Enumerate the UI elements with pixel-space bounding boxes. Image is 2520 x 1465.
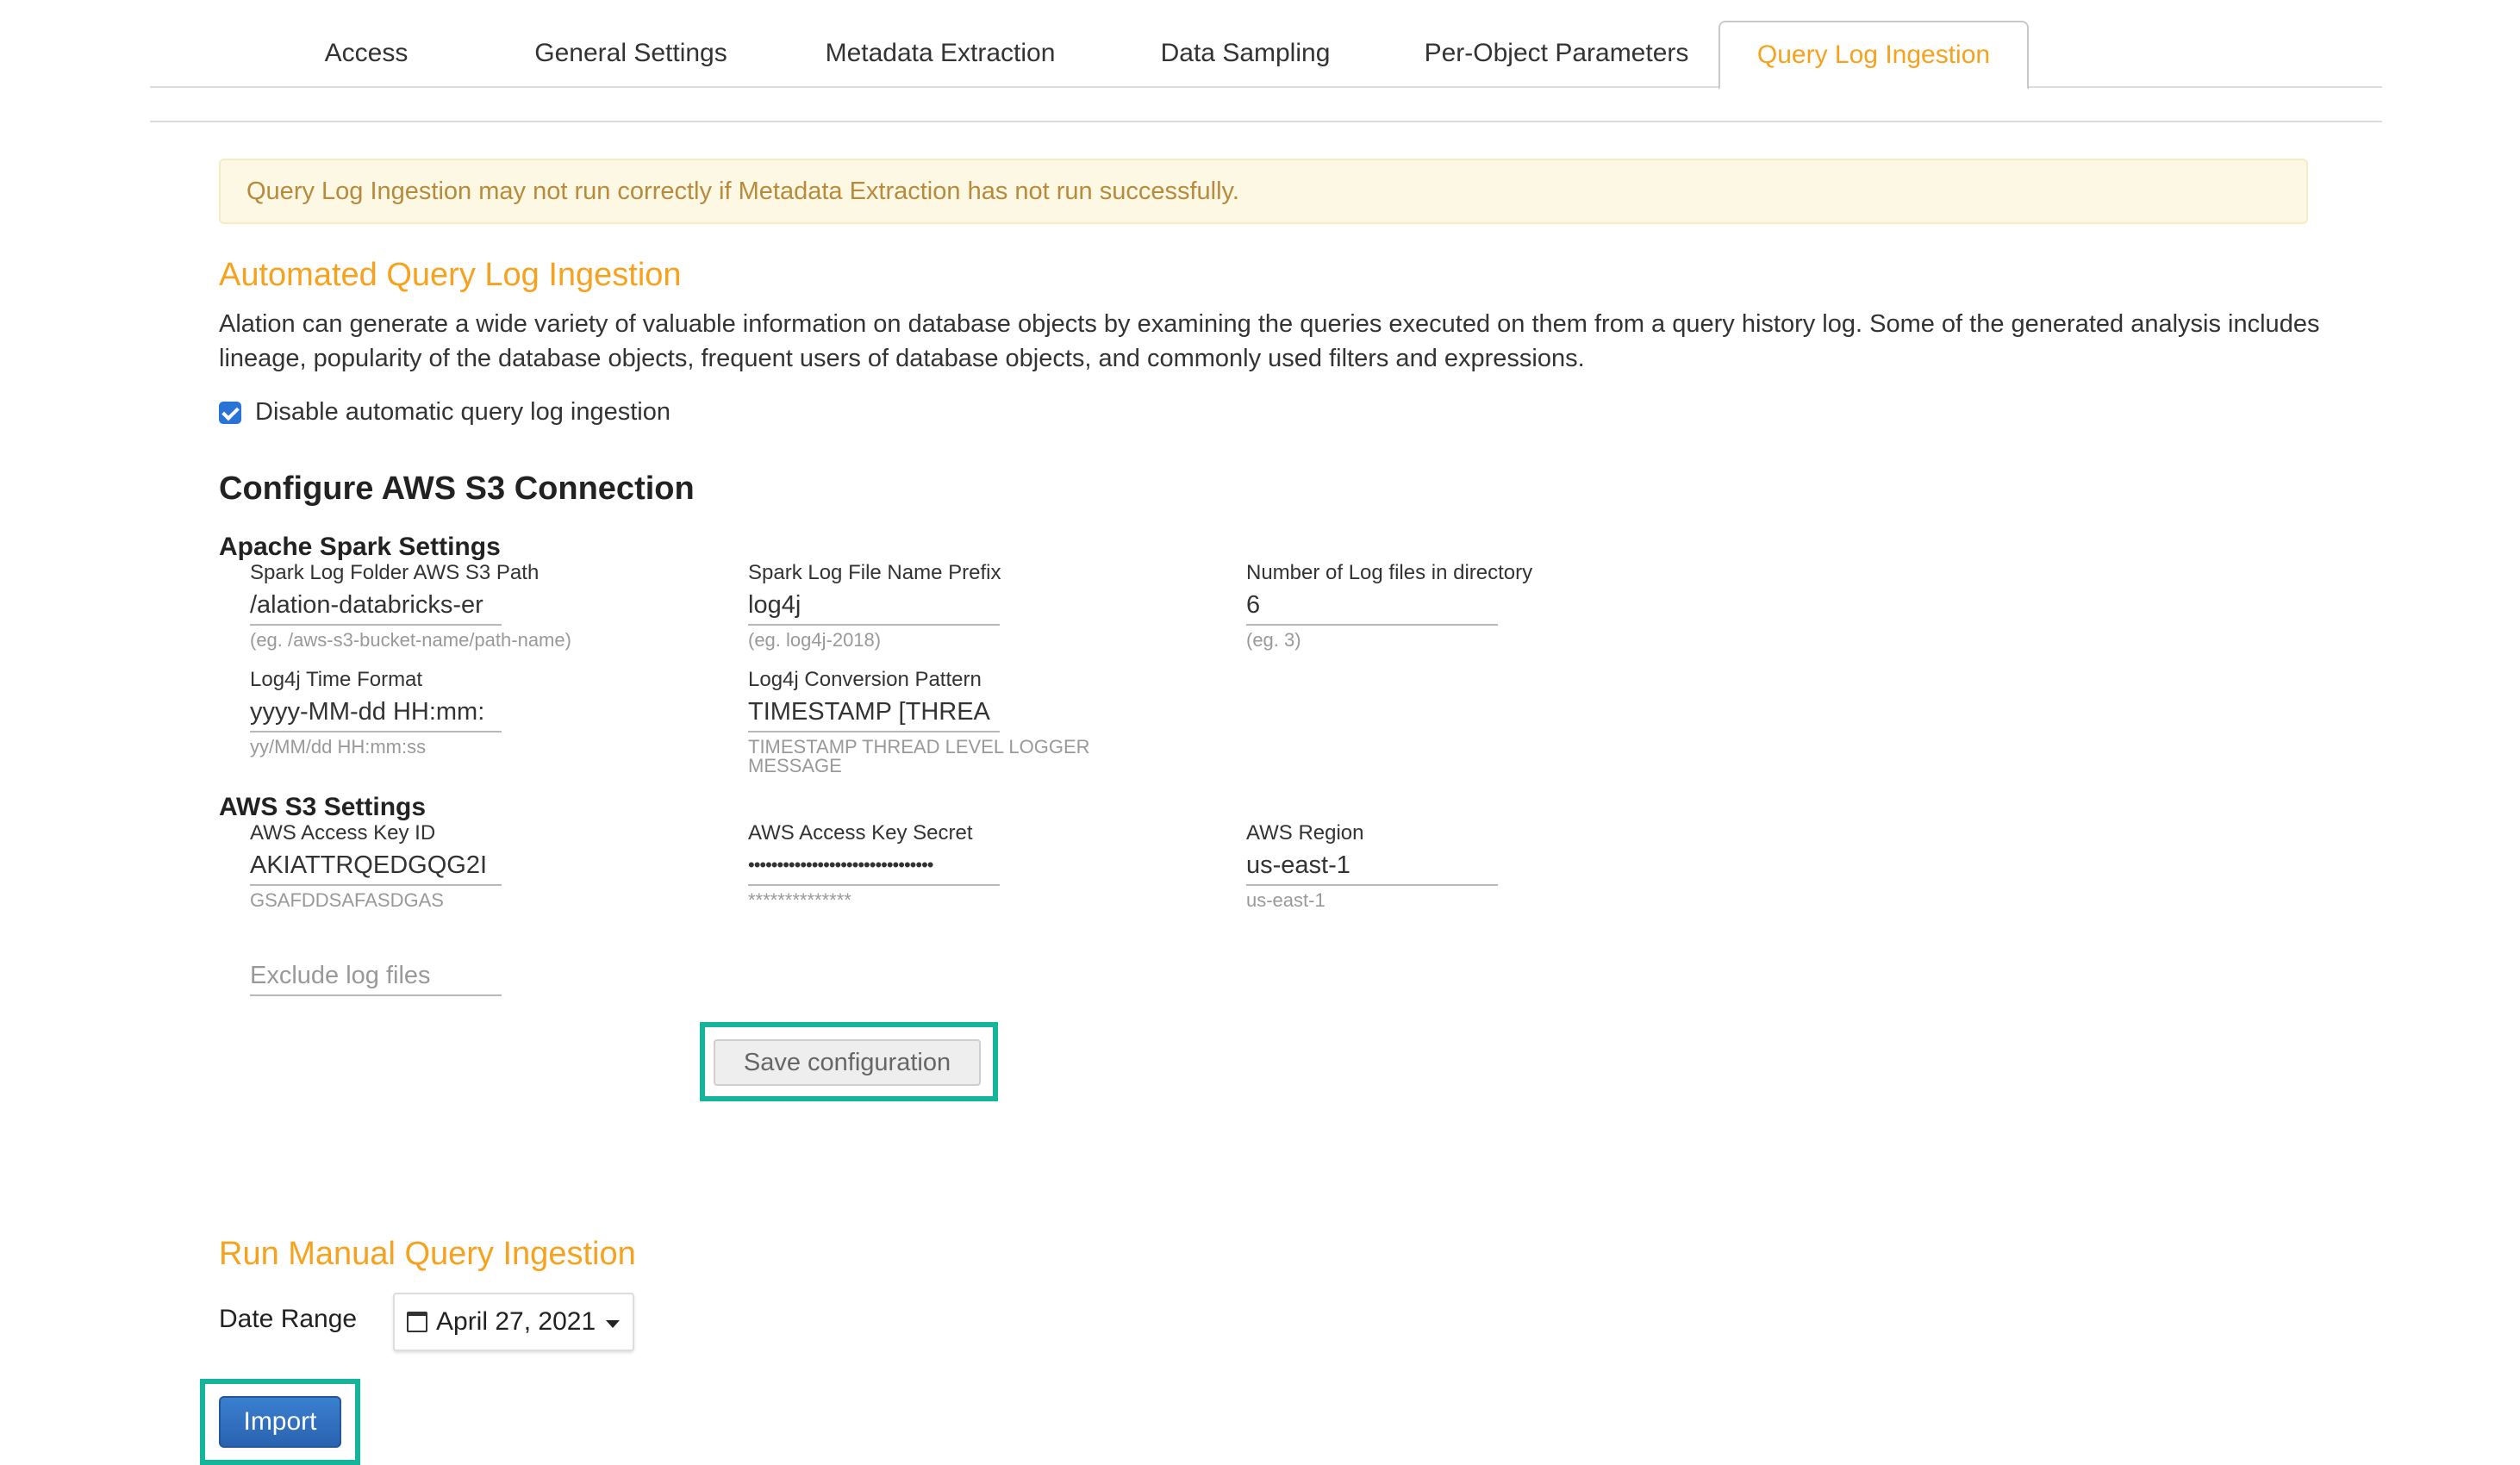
spark-log-prefix-input[interactable]: log4j — [748, 586, 1000, 626]
chevron-down-icon — [606, 1319, 621, 1328]
disable-auto-ingestion-row[interactable]: Disable automatic query log ingestion — [219, 398, 671, 427]
tab-data-sampling[interactable]: Data Sampling — [1120, 21, 1370, 86]
log4j-time-format-field[interactable]: Log4j Time Format yyyy-MM-dd HH:mm: yy/M… — [250, 667, 502, 757]
field-hint: (eg. log4j-2018) — [748, 629, 882, 651]
warning-alert: Query Log Ingestion may not run correctl… — [219, 159, 2308, 224]
exclude-log-files-input[interactable]: Exclude log files — [250, 957, 502, 996]
date-range-picker[interactable]: April 27, 2021 — [393, 1293, 634, 1351]
aws-access-key-id-field[interactable]: AWS Access Key ID AKIATTRQEDGQG2I GSAFDD… — [250, 820, 502, 910]
log4j-conversion-pattern-input[interactable]: TIMESTAMP [THREA — [748, 693, 1000, 732]
log4j-time-format-input[interactable]: yyyy-MM-dd HH:mm: — [250, 693, 502, 732]
disable-auto-ingestion-checkbox[interactable] — [219, 401, 241, 424]
field-hint: yy/MM/dd HH:mm:ss — [250, 736, 427, 757]
field-label: AWS Region — [1246, 821, 1364, 845]
spark-log-folder-field[interactable]: Spark Log Folder AWS S3 Path /alation-da… — [250, 560, 571, 650]
import-button[interactable]: Import — [219, 1396, 341, 1448]
field-label: Number of Log files in directory — [1246, 561, 1533, 584]
date-range-value: April 27, 2021 — [436, 1307, 596, 1336]
configure-s3-title: Configure AWS S3 Connection — [219, 471, 695, 507]
tab-general-settings[interactable]: General Settings — [502, 21, 760, 86]
field-label: Spark Log File Name Prefix — [748, 561, 1001, 584]
aws-region-input[interactable]: us-east-1 — [1246, 846, 1498, 886]
field-label: AWS Access Key Secret — [748, 821, 973, 845]
aws-access-key-secret-field[interactable]: AWS Access Key Secret ••••••••••••••••••… — [748, 820, 1000, 910]
disable-auto-ingestion-label: Disable automatic query log ingestion — [255, 398, 671, 426]
tab-metadata-extraction[interactable]: Metadata Extraction — [798, 21, 1082, 86]
divider — [150, 121, 2382, 122]
field-label: AWS Access Key ID — [250, 821, 436, 845]
spark-log-folder-input[interactable]: /alation-databricks-er — [250, 586, 502, 626]
save-configuration-button[interactable]: Save configuration — [714, 1039, 981, 1086]
field-label: Log4j Conversion Pattern — [748, 668, 982, 691]
field-hint: ************** — [748, 889, 851, 911]
aws-access-key-id-input[interactable]: AKIATTRQEDGQG2I — [250, 846, 502, 886]
field-label: Spark Log Folder AWS S3 Path — [250, 561, 540, 584]
spark-log-prefix-field[interactable]: Spark Log File Name Prefix log4j (eg. lo… — [748, 560, 1001, 650]
import-highlight: Import — [200, 1379, 360, 1465]
log-files-count-input[interactable]: 6 — [1246, 586, 1498, 626]
field-hint: (eg. /aws-s3-bucket-name/path-name) — [250, 629, 571, 651]
date-range-label: Date Range — [219, 1305, 358, 1333]
aws-region-field[interactable]: AWS Region us-east-1 us-east-1 — [1246, 820, 1498, 910]
manual-ingestion-title: Run Manual Query Ingestion — [219, 1236, 636, 1272]
field-hint: us-east-1 — [1246, 889, 1325, 911]
calendar-icon — [407, 1312, 427, 1332]
log-files-count-field[interactable]: Number of Log files in directory 6 (eg. … — [1246, 560, 1533, 650]
s3-settings-title: AWS S3 Settings — [219, 793, 427, 821]
field-hint: (eg. 3) — [1246, 629, 1301, 651]
log4j-conversion-pattern-field[interactable]: Log4j Conversion Pattern TIMESTAMP [THRE… — [748, 667, 1090, 776]
field-label: Log4j Time Format — [250, 668, 423, 691]
automated-ingestion-title: Automated Query Log Ingestion — [219, 257, 682, 293]
spark-settings-title: Apache Spark Settings — [219, 533, 501, 561]
field-hint: TIMESTAMP THREAD LEVEL LOGGER MESSAGE — [748, 736, 1090, 776]
save-configuration-highlight: Save configuration — [700, 1022, 998, 1101]
tab-per-object-parameters[interactable]: Per-Object Parameters — [1408, 21, 1705, 86]
tab-access[interactable]: Access — [253, 21, 479, 86]
field-hint: GSAFDDSAFASDGAS — [250, 889, 444, 911]
exclude-log-files-field[interactable]: Exclude log files — [250, 957, 502, 996]
automated-description: Alation can generate a wide variety of v… — [219, 310, 2320, 372]
tab-bar: Access General Settings Metadata Extract… — [150, 0, 2382, 90]
tab-query-log-ingestion[interactable]: Query Log Ingestion — [1718, 21, 2029, 90]
aws-access-key-secret-input[interactable]: •••••••••••••••••••••••••••••••• — [748, 846, 1000, 886]
